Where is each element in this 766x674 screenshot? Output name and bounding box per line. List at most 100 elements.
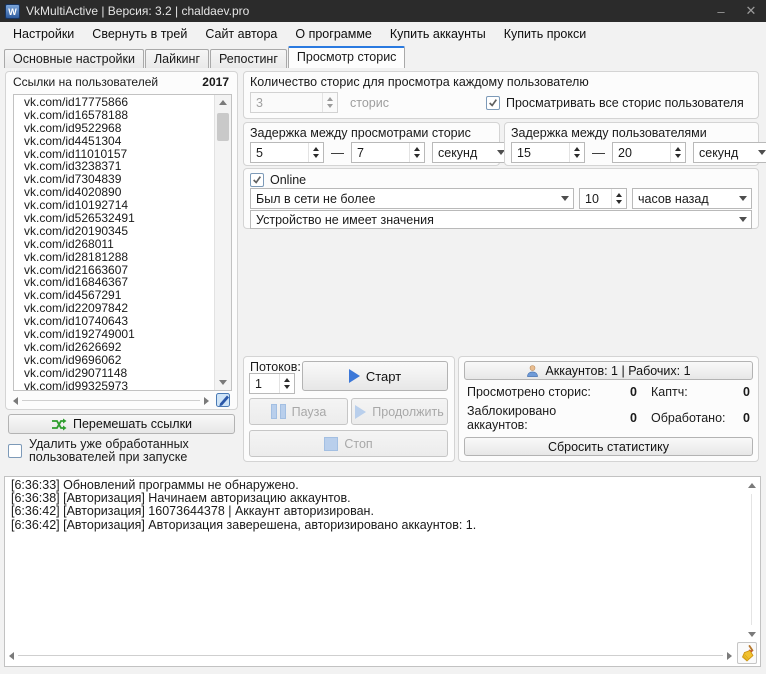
stories-count-unit: сторис [350, 96, 389, 110]
spinner-down-icon[interactable] [675, 154, 681, 158]
delay-users-to-spinner[interactable]: 20 [612, 142, 686, 163]
link-item[interactable]: vk.com/id99325973 [14, 380, 215, 391]
link-item[interactable]: vk.com/id28181288 [14, 251, 215, 264]
link-item[interactable]: vk.com/id2626692 [14, 341, 215, 354]
online-checkbox-row[interactable]: Online [250, 173, 306, 187]
menu-buy-proxy[interactable]: Купить прокси [495, 23, 596, 45]
delay-stories-from-spinner[interactable]: 5 [250, 142, 324, 163]
spinner-up-icon[interactable] [616, 193, 622, 197]
accounts-button[interactable]: Аккаунтов: 1 | Рабочих: 1 [464, 361, 753, 380]
menu-author-site[interactable]: Сайт автора [196, 23, 286, 45]
stat-processed-label: Обработано: [637, 411, 733, 425]
spinner-down-icon[interactable] [313, 154, 319, 158]
stories-count-value: 3 [251, 93, 322, 112]
link-item[interactable]: vk.com/id526532491 [14, 212, 215, 225]
link-item[interactable]: vk.com/id29071148 [14, 367, 215, 380]
last-seen-select[interactable]: Был в сети не более [250, 188, 574, 209]
delete-processed-checkbox-row[interactable]: Удалить уже обработанных пользователей п… [8, 438, 236, 464]
tab-liking[interactable]: Лайкинг [145, 49, 209, 68]
online-group: Online Был в сети не более 10 часов наза… [243, 168, 759, 229]
minimize-button[interactable]: – [706, 0, 736, 22]
scroll-left-icon[interactable] [13, 397, 18, 405]
menu-buy-accounts[interactable]: Купить аккаунты [381, 23, 495, 45]
spinner-up-icon[interactable] [675, 147, 681, 151]
shuffle-links-button[interactable]: Перемешать ссылки [8, 414, 235, 434]
menu-settings[interactable]: Настройки [4, 23, 83, 45]
spinner-up-icon[interactable] [313, 147, 319, 151]
links-vertical-scrollbar[interactable] [214, 95, 231, 390]
link-item[interactable]: vk.com/id20190345 [14, 225, 215, 238]
stats-group: Аккаунтов: 1 | Рабочих: 1 Просмотрено ст… [458, 356, 759, 462]
range-separator: — [592, 145, 605, 160]
scroll-right-icon[interactable] [204, 397, 209, 405]
tab-main-settings[interactable]: Основные настройки [4, 49, 144, 68]
close-button[interactable]: ✕ [736, 0, 766, 22]
spinner-down-icon[interactable] [414, 154, 420, 158]
delay-users-to-value[interactable]: 20 [613, 143, 670, 162]
clear-log-button[interactable] [737, 642, 757, 664]
link-item[interactable]: vk.com/id4451304 [14, 135, 215, 148]
range-separator: — [331, 145, 344, 160]
link-item[interactable]: vk.com/id9696062 [14, 354, 215, 367]
edit-links-button[interactable] [213, 390, 234, 410]
delay-users-from-value[interactable]: 15 [512, 143, 569, 162]
link-item[interactable]: vk.com/id192749001 [14, 328, 215, 341]
shuffle-links-label: Перемешать ссылки [73, 417, 192, 431]
delay-stories-unit-select[interactable]: секунд [432, 142, 510, 163]
delete-processed-checkbox[interactable] [8, 444, 22, 458]
accounts-button-label: Аккаунтов: 1 | Рабочих: 1 [545, 364, 690, 378]
scroll-down-icon[interactable] [744, 627, 759, 641]
spinner-down-icon[interactable] [616, 200, 622, 204]
pause-button: Пауза [249, 398, 348, 425]
delay-stories-to-spinner[interactable]: 7 [351, 142, 425, 163]
spinner-down-icon[interactable] [284, 385, 290, 389]
device-select[interactable]: Устройство не имеет значения [250, 210, 752, 229]
last-seen-hours-value[interactable]: 10 [580, 189, 611, 208]
delay-users-from-spinner[interactable]: 15 [511, 142, 585, 163]
log-vertical-scrollbar[interactable] [744, 478, 759, 641]
stat-captcha-label: Каптч: [637, 385, 733, 399]
log-horizontal-scrollbar[interactable] [9, 648, 732, 663]
links-listbox[interactable]: vk.com/id17775866vk.com/id16578188vk.com… [13, 94, 232, 391]
pause-label: Пауза [292, 405, 327, 419]
last-seen-hours-spinner[interactable]: 10 [579, 188, 627, 209]
online-checkbox[interactable] [250, 173, 264, 187]
broom-icon [740, 645, 754, 662]
view-all-stories-checkbox[interactable] [486, 96, 500, 110]
view-all-stories-checkbox-row[interactable]: Просматривать все сторис пользователя [486, 96, 744, 110]
spinner-up-icon[interactable] [284, 378, 290, 382]
last-seen-unit-select[interactable]: часов назад [632, 188, 752, 209]
spinner-up-icon[interactable] [414, 147, 420, 151]
threads-value[interactable]: 1 [250, 374, 279, 393]
delay-stories-to-value[interactable]: 7 [352, 143, 409, 162]
reset-stats-button[interactable]: Сбросить статистику [464, 437, 753, 456]
delay-stories-from-value[interactable]: 5 [251, 143, 308, 162]
check-icon [252, 175, 262, 185]
delete-processed-label: Удалить уже обработанных пользователей п… [29, 438, 236, 464]
tab-story-view[interactable]: Просмотр сторис [288, 46, 406, 68]
threads-spinner[interactable]: 1 [249, 373, 295, 394]
links-horizontal-scrollbar[interactable] [13, 393, 209, 408]
link-item[interactable]: vk.com/id9522968 [14, 122, 215, 135]
menu-minimize-to-tray[interactable]: Свернуть в трей [83, 23, 196, 45]
link-item[interactable]: vk.com/id268011 [14, 238, 215, 251]
delay-users-unit-select[interactable]: секунд [693, 142, 766, 163]
stop-button: Стоп [249, 430, 448, 457]
menu-about[interactable]: О программе [286, 23, 380, 45]
threads-label: Потоков: [250, 360, 301, 374]
spinner-down-icon[interactable] [574, 154, 580, 158]
link-item[interactable]: vk.com/id16578188 [14, 109, 215, 122]
scroll-right-icon[interactable] [727, 652, 732, 660]
delay-stories-group: Задержка между просмотрами сторис 5 — 7 … [243, 122, 500, 166]
link-item[interactable]: vk.com/id17775866 [14, 96, 215, 109]
play-icon [355, 405, 366, 419]
tab-reposting[interactable]: Репостинг [210, 49, 287, 68]
scroll-left-icon[interactable] [9, 652, 14, 660]
scroll-down-icon[interactable] [215, 375, 231, 390]
scroll-up-icon[interactable] [215, 95, 231, 110]
scroll-thumb[interactable] [217, 113, 229, 141]
tab-bar: Основные настройки Лайкинг Репостинг Про… [4, 46, 406, 68]
spinner-up-icon[interactable] [574, 147, 580, 151]
start-button[interactable]: Старт [302, 361, 448, 391]
scroll-up-icon[interactable] [744, 478, 759, 492]
